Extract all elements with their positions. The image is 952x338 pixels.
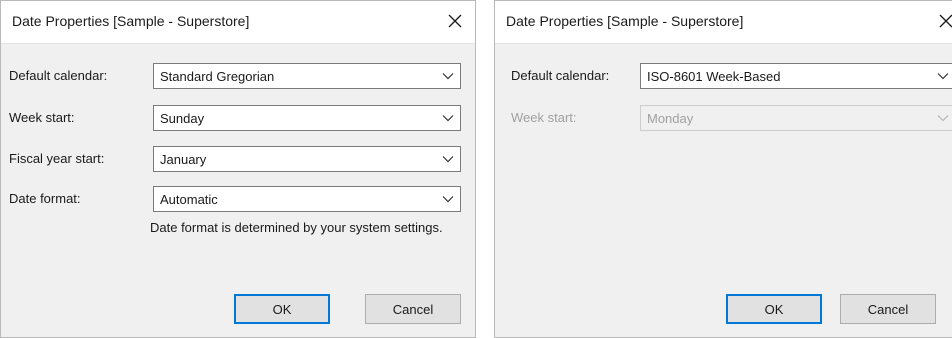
default-calendar-label: Default calendar: xyxy=(511,68,610,83)
close-button[interactable] xyxy=(441,7,469,35)
close-button[interactable] xyxy=(932,7,952,35)
default-calendar-dropdown[interactable]: Standard Gregorian xyxy=(153,63,461,89)
cancel-button[interactable]: Cancel xyxy=(365,294,461,324)
chevron-down-icon xyxy=(937,115,949,122)
chevron-down-icon xyxy=(442,115,454,122)
date-format-label: Date format: xyxy=(9,191,81,206)
title-bar: Date Properties [Sample - Superstore] xyxy=(495,1,952,44)
dropdown-value: Monday xyxy=(647,111,694,126)
week-start-label: Week start: xyxy=(9,110,75,125)
week-start-dropdown: Monday xyxy=(640,105,952,131)
date-format-note: Date format is determined by your system… xyxy=(150,220,443,235)
close-icon xyxy=(448,14,462,28)
default-calendar-label: Default calendar: xyxy=(9,68,108,83)
default-calendar-dropdown[interactable]: ISO-8601 Week-Based xyxy=(640,63,952,89)
chevron-down-icon xyxy=(442,73,454,80)
dialog-title: Date Properties [Sample - Superstore] xyxy=(506,13,744,29)
chevron-down-icon xyxy=(442,156,454,163)
title-bar: Date Properties [Sample - Superstore] xyxy=(1,1,475,44)
week-start-dropdown[interactable]: Sunday xyxy=(153,105,461,131)
dropdown-value: Sunday xyxy=(160,111,205,126)
fiscal-year-start-dropdown[interactable]: January xyxy=(153,146,461,172)
ok-button[interactable]: OK xyxy=(234,294,330,324)
close-icon xyxy=(939,14,952,28)
dropdown-value: Automatic xyxy=(160,192,218,207)
dialog-title: Date Properties [Sample - Superstore] xyxy=(12,13,250,29)
date-format-dropdown[interactable]: Automatic xyxy=(153,186,461,212)
date-properties-dialog-right: Date Properties [Sample - Superstore] De… xyxy=(494,0,952,338)
ok-button[interactable]: OK xyxy=(726,294,822,324)
chevron-down-icon xyxy=(442,196,454,203)
week-start-label: Week start: xyxy=(511,110,577,125)
dropdown-value: ISO-8601 Week-Based xyxy=(647,69,781,84)
dropdown-value: January xyxy=(160,152,207,167)
cancel-button[interactable]: Cancel xyxy=(840,294,936,324)
dropdown-value: Standard Gregorian xyxy=(160,69,275,84)
chevron-down-icon xyxy=(937,73,949,80)
date-properties-dialog-left: Date Properties [Sample - Superstore] De… xyxy=(0,0,476,338)
fiscal-year-start-label: Fiscal year start: xyxy=(9,151,105,166)
